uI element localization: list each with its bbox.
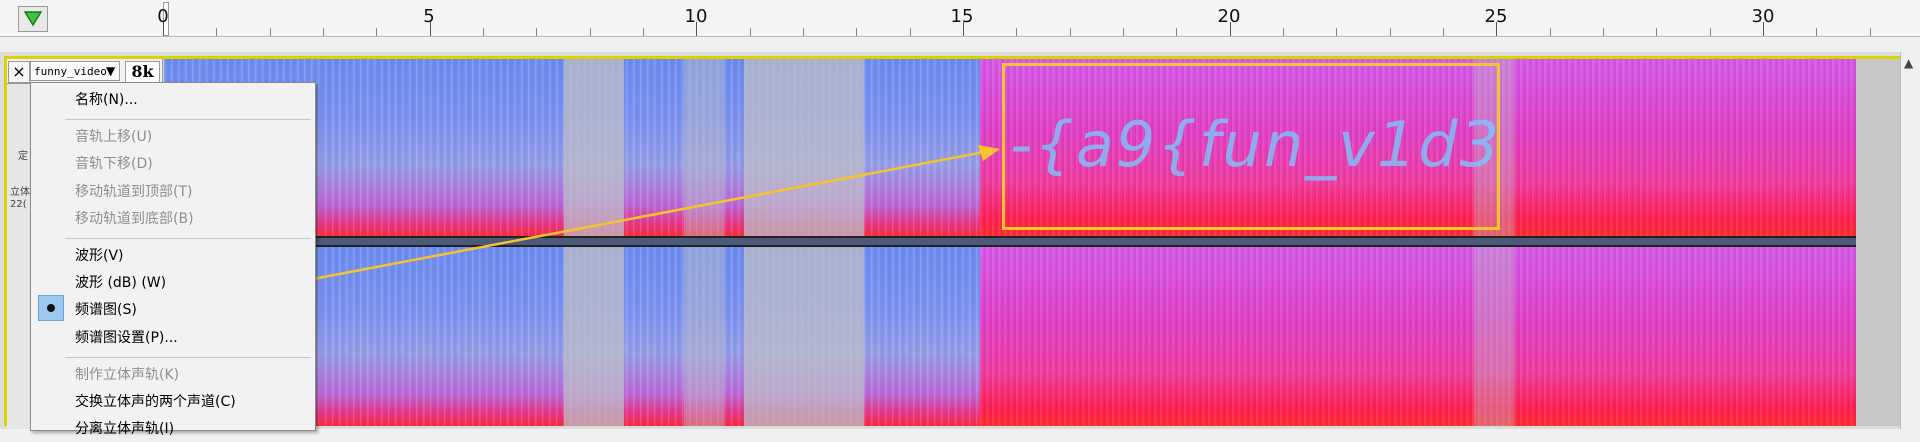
menu-item-split-stereo[interactable]: 分离立体声轨(I) [31, 416, 315, 442]
ruler-label: 5 [423, 6, 435, 27]
play-head-icon [24, 11, 42, 27]
ruler-tick [483, 28, 484, 36]
ruler-tick [910, 28, 911, 36]
ruler-tick [1443, 28, 1444, 36]
ruler-tick [1816, 28, 1817, 36]
ruler-tick [643, 28, 644, 36]
spectrogram-quiet-band [564, 247, 624, 426]
menu-item-swap-channels[interactable]: 交换立体声的两个声道(C) [31, 389, 315, 415]
ruler-label: 30 [1751, 6, 1775, 27]
ruler-tick [323, 28, 324, 36]
menu-item-move-up[interactable]: 音轨上移(U) [31, 124, 315, 150]
ruler-tick [856, 28, 857, 36]
ruler-tick [536, 28, 537, 36]
menu-item-spectrogram[interactable]: 频谱图(S) [31, 297, 315, 323]
ruler-tick [590, 28, 591, 36]
ruler-tick [376, 28, 377, 36]
spectrogram-quiet-band [684, 247, 724, 426]
vertical-scrollbar[interactable] [1900, 52, 1920, 429]
ruler-label: 25 [1484, 6, 1508, 27]
ruler-tick [1656, 28, 1657, 36]
spectrogram-right-channel[interactable] [164, 247, 1856, 426]
scroll-up-arrow-icon[interactable]: ▲ [1904, 56, 1913, 70]
spectrogram-quiet-band [564, 59, 624, 236]
spectrogram-quiet-band [684, 59, 724, 236]
track-context-menu: 名称(N)... 音轨上移(U) 音轨下移(D) 移动轨道到顶部(T) 移动轨道… [30, 82, 316, 437]
ruler-tick [1390, 28, 1391, 36]
track-info-text: 22( [10, 199, 27, 210]
track-info-text: 定 [18, 151, 28, 162]
spectrogram-quiet-band [1474, 247, 1514, 426]
ruler-tick [1603, 28, 1604, 36]
ruler-tick [1550, 28, 1551, 36]
spectrogram-loud-region [980, 247, 1856, 426]
ruler-tick [1016, 28, 1017, 36]
ruler-label: 0 [157, 6, 169, 27]
ruler-tick [1176, 28, 1177, 36]
ruler-tick [1283, 28, 1284, 36]
menu-item-move-to-bottom[interactable]: 移动轨道到底部(B) [31, 206, 315, 232]
ruler-tick [803, 28, 804, 36]
ruler-tick [1710, 28, 1711, 36]
menu-item-name[interactable]: 名称(N)... [31, 87, 315, 113]
menu-item-waveform-db[interactable]: 波形 (dB) (W) [31, 270, 315, 296]
menu-separator [65, 238, 311, 239]
channel-divider [164, 236, 1856, 247]
menu-separator [65, 119, 311, 120]
ruler-tick [270, 28, 271, 36]
ruler-tick [216, 28, 217, 36]
menu-item-spectrogram-settings[interactable]: 频谱图设置(P)... [31, 325, 315, 351]
menu-item-move-down[interactable]: 音轨下移(D) [31, 151, 315, 177]
menu-item-move-to-top[interactable]: 移动轨道到顶部(T) [31, 179, 315, 205]
ruler-tick [1123, 28, 1124, 36]
ruler-tick [1870, 28, 1871, 36]
ruler-tick [1336, 28, 1337, 36]
spectrogram-quiet-band [744, 59, 864, 236]
close-track-button[interactable]: × [8, 61, 30, 83]
ruler-label: 15 [950, 6, 974, 27]
flag-highlight-box [1002, 63, 1500, 230]
spectrogram-quiet-band [744, 247, 864, 426]
ruler-label: 20 [1217, 6, 1241, 27]
menu-item-make-stereo[interactable]: 制作立体声轨(K) [31, 362, 315, 388]
ruler-tick [1070, 28, 1071, 36]
menu-separator [65, 357, 311, 358]
track-empty-region [1856, 59, 1900, 426]
ruler-tick [750, 28, 751, 36]
sample-rate-button[interactable]: 8k [125, 61, 160, 83]
track-info-text: 立体 [10, 187, 30, 198]
ruler-label: 10 [684, 6, 708, 27]
play-region-marker[interactable] [18, 6, 48, 32]
menu-item-waveform[interactable]: 波形(V) [31, 243, 315, 269]
timeline-ruler[interactable]: 0 5 10 15 20 25 30 [0, 0, 1920, 37]
dropdown-triangle-icon: ▼ [106, 64, 116, 78]
